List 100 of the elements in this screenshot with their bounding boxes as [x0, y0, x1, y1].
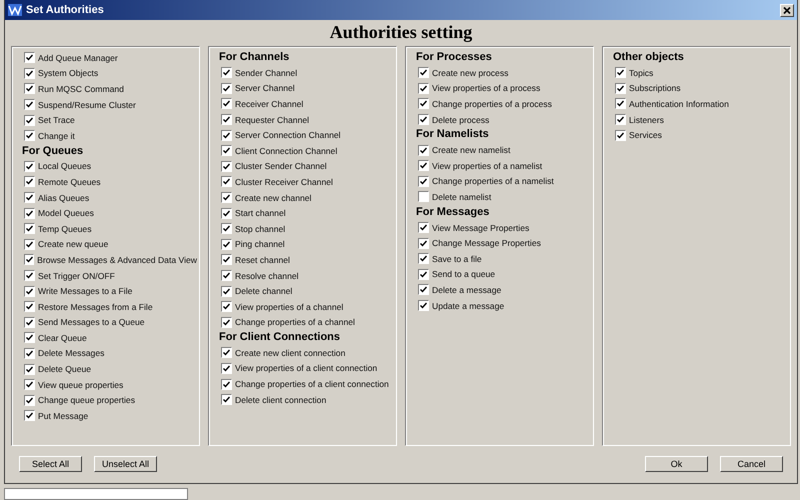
checkbox[interactable]: [24, 114, 35, 126]
checkbox[interactable]: [24, 176, 35, 188]
checkmark-icon: [420, 224, 427, 232]
checkbox[interactable]: [418, 222, 429, 234]
checkbox-label: Cluster Sender Channel: [235, 161, 327, 172]
checkbox[interactable]: [24, 130, 35, 142]
checkbox[interactable]: [221, 301, 232, 312]
checkbox[interactable]: [24, 83, 35, 94]
checkbox[interactable]: [221, 362, 232, 374]
checkbox[interactable]: [418, 253, 429, 264]
checkbox[interactable]: [615, 67, 626, 78]
checkbox[interactable]: [24, 364, 35, 375]
checkmark-icon: [617, 132, 624, 139]
checkbox[interactable]: [24, 316, 35, 328]
checkbox[interactable]: [24, 238, 35, 250]
checkbox[interactable]: [24, 99, 35, 110]
checkbox[interactable]: [418, 300, 429, 312]
checkbox[interactable]: [221, 223, 232, 234]
checkbox[interactable]: [221, 114, 232, 126]
dialog-button[interactable]: Cancel: [720, 456, 783, 472]
checkbox[interactable]: [418, 144, 429, 156]
checkbox[interactable]: [221, 98, 232, 110]
checkbox-label: Create new namelist: [432, 145, 510, 156]
checkmark-icon: [617, 69, 624, 76]
checkmark-icon: [26, 272, 33, 280]
checkbox[interactable]: [24, 160, 35, 172]
checkbox[interactable]: [24, 301, 35, 312]
checkbox[interactable]: [24, 379, 35, 390]
checkbox[interactable]: [221, 378, 232, 390]
checkbox-label: Remote Queues: [38, 176, 101, 187]
checkbox[interactable]: [24, 270, 35, 282]
app-icon: [8, 4, 22, 16]
checkbox[interactable]: [24, 223, 35, 234]
checkbox[interactable]: [418, 114, 429, 126]
checkbox-label: Local Queues: [38, 161, 92, 172]
checkbox-label: Set Trace: [38, 115, 75, 126]
checkbox[interactable]: [221, 192, 232, 204]
checkmark-icon: [617, 100, 624, 108]
checkmark-icon: [223, 162, 230, 170]
dialog-button[interactable]: Unselect All: [94, 456, 157, 472]
checkbox-label: Run MQSC Command: [38, 84, 124, 94]
checkbox-label: Change queue properties: [38, 395, 135, 406]
checkbox[interactable]: [418, 268, 429, 280]
checkbox[interactable]: [24, 254, 34, 266]
checkbox[interactable]: [221, 145, 232, 156]
checkmark-icon: [223, 240, 230, 248]
checkbox[interactable]: [418, 238, 429, 249]
checkbox-label: View properties of a process: [432, 83, 540, 94]
checkbox[interactable]: [418, 160, 429, 172]
checkmark-icon: [223, 210, 230, 217]
checkbox[interactable]: [418, 98, 429, 110]
checkbox[interactable]: [24, 208, 35, 219]
checkbox[interactable]: [24, 68, 35, 79]
checkbox[interactable]: [24, 286, 35, 297]
checkbox[interactable]: [221, 270, 232, 282]
checkbox[interactable]: [24, 332, 35, 344]
checkbox[interactable]: [221, 67, 232, 78]
checkbox[interactable]: [221, 254, 232, 266]
checkbox[interactable]: [221, 286, 232, 297]
checkbox[interactable]: [418, 176, 429, 187]
checkbox-label: Start channel: [235, 208, 286, 218]
checkbox[interactable]: [221, 176, 232, 188]
checkbox-label: Delete process: [432, 114, 490, 125]
checkbox-label: Clear Queue: [38, 332, 87, 343]
checkbox-label: Ping channel: [235, 239, 285, 250]
checkbox[interactable]: [615, 82, 626, 94]
checkmark-icon: [223, 318, 230, 326]
checkbox[interactable]: [615, 130, 626, 141]
checkbox-label: Update a message: [432, 300, 504, 311]
scrollbar[interactable]: [4, 488, 188, 500]
close-button[interactable]: [780, 4, 794, 16]
checkbox[interactable]: [221, 238, 232, 250]
checkbox[interactable]: [221, 394, 232, 406]
checkbox[interactable]: [615, 114, 626, 126]
checkbox[interactable]: [24, 348, 35, 359]
checkbox[interactable]: [418, 82, 429, 94]
checkbox[interactable]: [221, 316, 232, 328]
checkbox[interactable]: [221, 82, 232, 94]
checkbox[interactable]: [221, 130, 232, 141]
checkbox[interactable]: [221, 208, 232, 219]
checkbox[interactable]: [418, 67, 429, 78]
checkbox-label: Restore Messages from a File: [38, 302, 153, 312]
checkbox[interactable]: [221, 160, 232, 172]
checkbox-label: Model Queues: [38, 208, 94, 218]
checkmark-icon: [223, 178, 230, 186]
checkmark-icon: [26, 350, 33, 357]
checkbox[interactable]: [24, 52, 35, 64]
checkbox[interactable]: [24, 192, 35, 204]
checkbox[interactable]: [221, 347, 232, 358]
checkbox-label: Create new channel: [235, 192, 312, 203]
checkbox[interactable]: [615, 98, 626, 110]
checkbox-label: Change Message Properties: [432, 238, 541, 248]
checkmark-icon: [420, 162, 427, 170]
checkbox[interactable]: [418, 284, 429, 296]
checkbox[interactable]: [418, 191, 429, 202]
checkbox-label: Services: [629, 130, 662, 140]
checkbox[interactable]: [24, 394, 35, 406]
dialog-button[interactable]: Ok: [645, 456, 708, 472]
dialog-button[interactable]: Select All: [19, 456, 82, 472]
checkbox[interactable]: [24, 410, 35, 422]
